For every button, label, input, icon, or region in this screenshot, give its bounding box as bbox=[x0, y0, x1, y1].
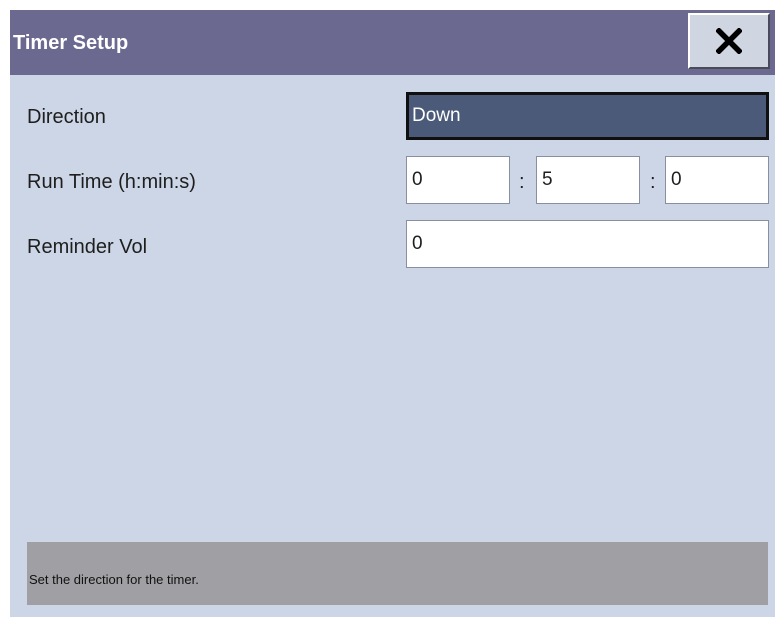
direction-label: Direction bbox=[27, 106, 106, 128]
dialog-title: Timer Setup bbox=[13, 32, 129, 54]
direction-field[interactable]: Down bbox=[406, 92, 769, 140]
close-button[interactable] bbox=[688, 13, 770, 69]
run-time-seconds-field[interactable]: 0 bbox=[665, 156, 769, 204]
help-bar: Set the direction for the timer. bbox=[27, 542, 768, 605]
run-time-hours-field[interactable]: 0 bbox=[406, 156, 510, 204]
reminder-vol-field[interactable]: 0 bbox=[406, 220, 769, 268]
title-bar: Timer Setup bbox=[10, 10, 775, 75]
timer-setup-dialog: Timer Setup Direction Down Run Time (h:m… bbox=[10, 10, 775, 617]
time-separator: : bbox=[650, 171, 656, 193]
run-time-minutes-field[interactable]: 5 bbox=[536, 156, 640, 204]
run-time-label: Run Time (h:min:s) bbox=[27, 171, 196, 193]
help-text: Set the direction for the timer. bbox=[29, 572, 199, 587]
close-icon bbox=[716, 28, 742, 54]
reminder-vol-label: Reminder Vol bbox=[27, 236, 148, 258]
time-separator: : bbox=[519, 171, 525, 193]
